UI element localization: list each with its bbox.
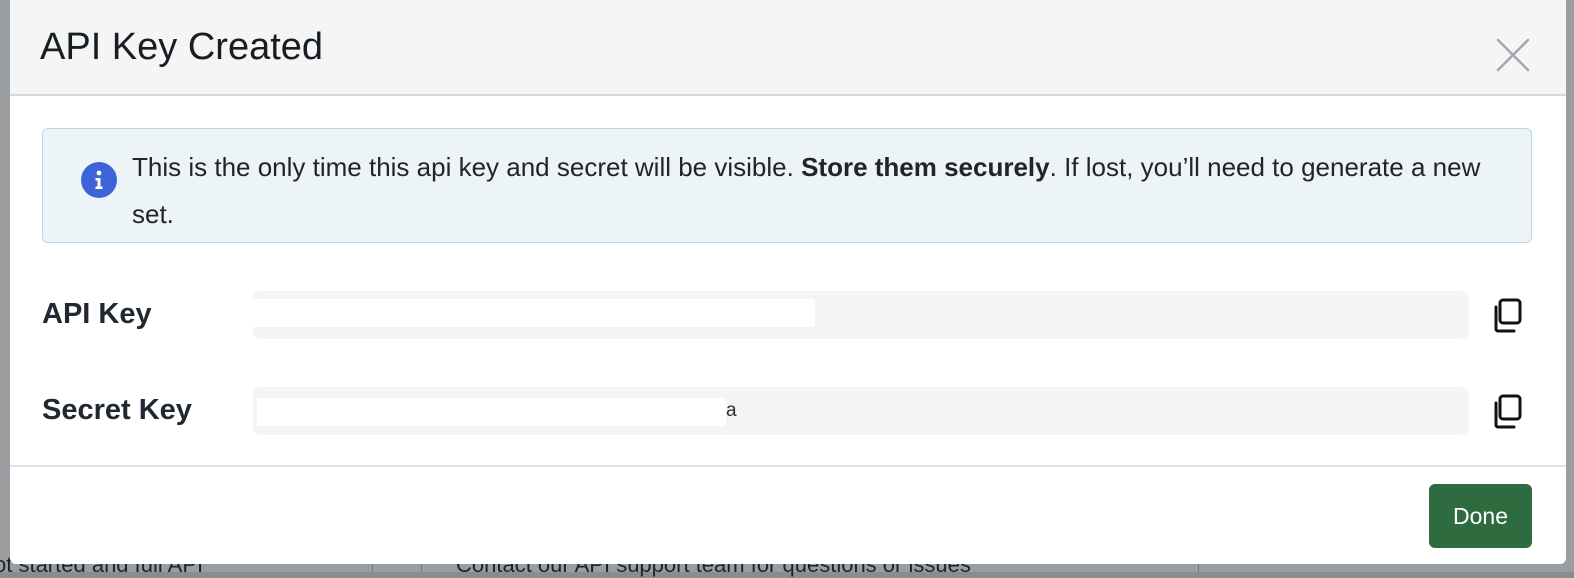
secret-key-label: Secret Key [42,394,192,426]
secret-key-field[interactable]: a [253,387,1469,435]
alert-text-bold: Store them securely [801,152,1050,182]
copy-icon [1494,394,1522,429]
secret-key-value[interactable] [257,398,726,426]
copy-api-key-button[interactable] [1488,296,1528,336]
api-key-value[interactable] [253,299,815,327]
copy-secret-key-button[interactable] [1488,392,1528,432]
close-button[interactable] [1494,36,1532,74]
api-key-field[interactable] [253,291,1469,339]
api-key-label: API Key [42,298,152,330]
footer-divider [10,465,1566,467]
copy-icon [1494,298,1522,333]
done-button[interactable]: Done [1429,484,1532,548]
modal-header: API Key Created [10,0,1566,96]
modal-title: API Key Created [40,26,324,68]
api-key-created-modal: API Key Created This is the only time th… [10,0,1566,564]
close-icon [1496,38,1530,72]
info-alert: This is the only time this api key and s… [42,128,1532,243]
info-icon [81,162,117,198]
secret-key-visible-tail: a [726,400,737,421]
alert-message: This is the only time this api key and s… [132,144,1517,238]
alert-text-before: This is the only time this api key and s… [132,152,802,182]
